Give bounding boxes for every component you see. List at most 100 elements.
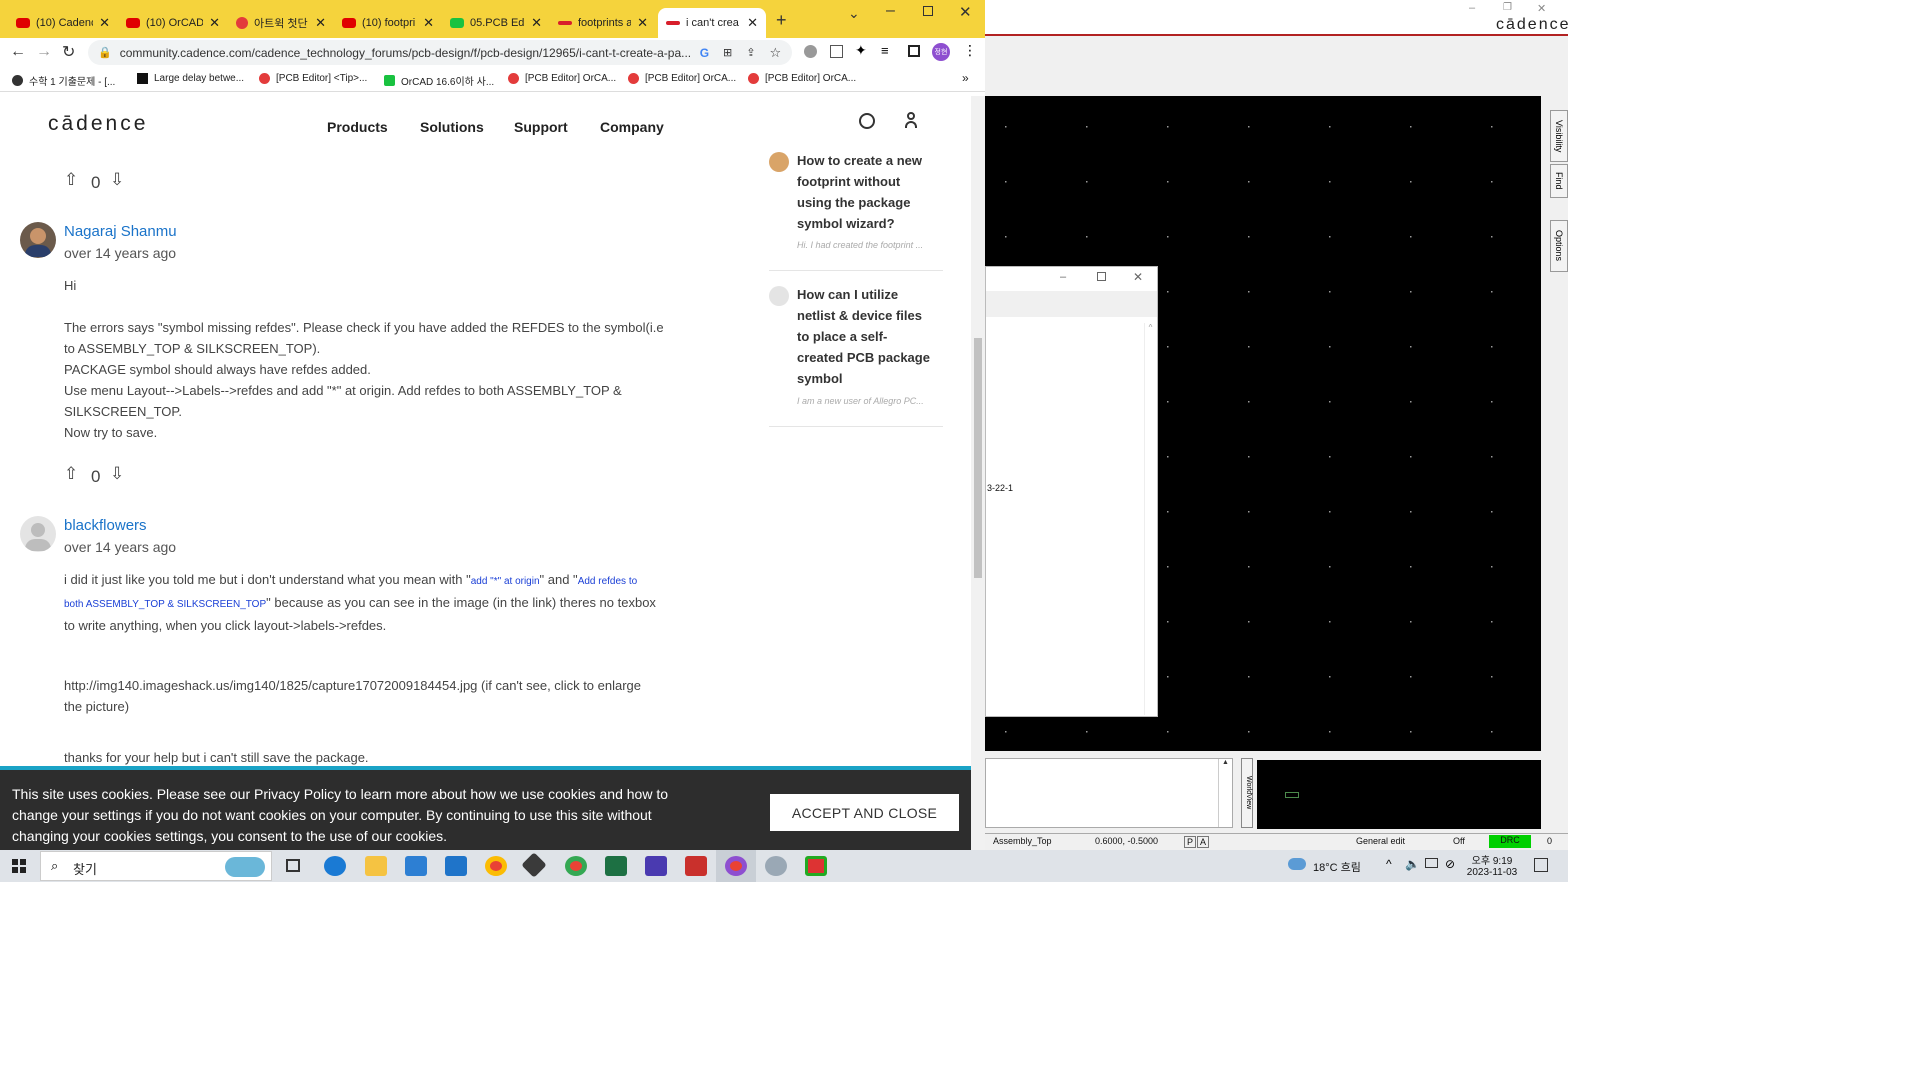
puzzle-extensions-icon[interactable]: ✦ (855, 42, 867, 59)
view-rectangle[interactable] (1285, 792, 1299, 798)
close-tab-icon[interactable]: ✕ (99, 15, 110, 31)
post-timestamp[interactable]: over 14 years ago (64, 539, 176, 555)
maximize-button[interactable] (923, 6, 933, 16)
network-icon[interactable] (1425, 858, 1438, 868)
close-window-button[interactable]: ✕ (1133, 270, 1143, 284)
command-console[interactable]: ▲ (985, 758, 1233, 828)
file-explorer-icon[interactable] (365, 856, 387, 876)
dialog-scrollbar[interactable]: ^ (1144, 323, 1156, 715)
nav-products[interactable]: Products (327, 119, 388, 135)
edge-icon[interactable] (324, 856, 346, 876)
related-title-line[interactable]: How can I utilize (797, 284, 947, 305)
chrome-icon[interactable] (485, 856, 507, 876)
orcad-icon[interactable] (765, 856, 787, 876)
media-control-icon[interactable]: ≡ (881, 43, 889, 58)
browser-tab-3[interactable]: 아트윅 첫단 ✕ (228, 8, 334, 38)
action-center-icon[interactable] (1534, 858, 1548, 872)
browser-tab-2[interactable]: (10) OrCAD ✕ (118, 8, 228, 38)
extension-icon[interactable] (804, 45, 817, 58)
bookmark-item[interactable]: 수학 1 기출문제 - [... (12, 73, 115, 88)
browser-tab-4[interactable]: (10) footpri ✕ (334, 8, 442, 38)
profile-avatar[interactable]: 정현 (932, 43, 950, 61)
related-title-line[interactable]: symbol wizard? (797, 213, 947, 234)
forward-arrow-icon[interactable]: → (36, 43, 52, 61)
google-lens-icon[interactable]: G (700, 46, 709, 60)
close-tab-icon[interactable]: ✕ (209, 15, 220, 31)
windows-start-icon[interactable] (12, 859, 26, 873)
upvote-icon[interactable]: ⇧ (64, 464, 78, 484)
restore-button[interactable]: ❐ (1503, 2, 1512, 13)
share-icon[interactable]: ⇪ (746, 46, 755, 59)
tab-options[interactable]: Options (1550, 220, 1568, 272)
close-tab-icon[interactable]: ✕ (637, 15, 648, 31)
chrome-profile-icon[interactable] (565, 856, 587, 876)
browser-tab-6[interactable]: footprints a ✕ (550, 8, 656, 38)
tab-visibility[interactable]: Visibility (1550, 110, 1568, 162)
related-title-line[interactable]: How to create a new (797, 150, 947, 171)
upvote-icon[interactable]: ⇧ (64, 170, 78, 190)
page-scrollbar[interactable] (971, 96, 985, 850)
avatar[interactable] (20, 516, 56, 552)
avatar[interactable] (769, 152, 789, 172)
excel-icon[interactable] (605, 856, 627, 876)
worldview-panel[interactable] (1257, 760, 1541, 829)
download-icon[interactable] (830, 45, 843, 58)
a-indicator[interactable]: A (1197, 836, 1210, 848)
bookmark-item[interactable]: [PCB Editor] OrCA... (748, 73, 856, 84)
p-indicator[interactable]: P (1184, 836, 1197, 848)
related-title-line[interactable]: created PCB package (797, 347, 947, 368)
close-tab-icon[interactable]: ✕ (423, 15, 434, 31)
close-window-button[interactable]: ✕ (959, 3, 972, 21)
related-title-line[interactable]: symbol (797, 368, 947, 389)
close-tab-icon[interactable]: ✕ (315, 15, 326, 31)
taskbar-search-box[interactable]: ⌕ 찾기 (40, 851, 272, 881)
close-tab-icon[interactable]: ✕ (747, 15, 758, 31)
console-scrollbar[interactable]: ▲ (1218, 759, 1232, 827)
drc-indicator[interactable]: DRC (1489, 835, 1531, 848)
clock[interactable]: 오후 9:19 2023-11-03 (1466, 852, 1518, 878)
downvote-icon[interactable]: ⇩ (110, 170, 124, 190)
bookmark-item[interactable]: OrCAD 16.6이하 사... (384, 73, 494, 88)
translate-icon[interactable]: ⊞ (723, 46, 732, 59)
url-text[interactable]: community.cadence.com/cadence_technology… (120, 46, 690, 60)
git-icon[interactable] (521, 852, 547, 878)
browser-tab-1[interactable]: (10) Cadenc ✕ (8, 8, 118, 38)
address-bar[interactable]: 🔒 community.cadence.com/cadence_technolo… (88, 40, 792, 65)
post-author[interactable]: blackflowers (64, 517, 147, 534)
nav-company[interactable]: Company (600, 119, 664, 135)
mail-icon[interactable] (445, 856, 467, 876)
bookmark-item[interactable]: [PCB Editor] OrCA... (628, 73, 736, 84)
weather-icon[interactable] (1288, 858, 1306, 870)
nav-support[interactable]: Support (514, 119, 568, 135)
close-tab-icon[interactable]: ✕ (531, 15, 542, 31)
pcb-editor-icon[interactable] (805, 856, 827, 876)
browser-tab-active[interactable]: i can't crea ✕ (658, 8, 766, 38)
image-link[interactable]: http://img140.imageshack.us/img140/1825/… (64, 675, 714, 696)
new-tab-button[interactable]: + (776, 10, 787, 31)
accept-cookies-button[interactable]: ACCEPT AND CLOSE (770, 794, 959, 831)
post-timestamp[interactable]: over 14 years ago (64, 245, 176, 261)
bookmark-item[interactable]: [PCB Editor] <Tip>... (259, 73, 367, 84)
user-icon[interactable] (905, 112, 917, 130)
cadence-logo[interactable]: cādence (48, 112, 148, 136)
minimize-button[interactable]: – (1469, 2, 1475, 14)
bookmark-item[interactable]: Large delay betwe... (137, 73, 244, 84)
browser-tab-5[interactable]: 05.PCB Edit ✕ (442, 8, 550, 38)
related-title-line[interactable]: netlist & device files (797, 305, 947, 326)
active-layer[interactable]: Assembly_Top (993, 836, 1052, 846)
more-bookmarks-icon[interactable]: » (962, 71, 969, 85)
upload-app-icon[interactable] (645, 856, 667, 876)
minimize-button[interactable]: – (1060, 271, 1066, 283)
related-title-line[interactable]: using the package (797, 192, 947, 213)
related-title-line[interactable]: footprint without (797, 171, 947, 192)
task-view-icon[interactable] (286, 859, 300, 872)
chrome-active-icon[interactable] (725, 856, 747, 876)
avatar[interactable] (769, 286, 789, 306)
related-thread-title[interactable]: How to create a new footprint without us… (797, 150, 947, 234)
back-arrow-icon[interactable]: ← (10, 43, 26, 61)
bookmark-item[interactable]: [PCB Editor] OrCA... (508, 73, 616, 84)
volume-icon[interactable]: 🔈 (1405, 857, 1420, 871)
avatar[interactable] (20, 222, 56, 258)
search-icon[interactable] (859, 113, 875, 129)
maximize-button[interactable] (1097, 272, 1106, 281)
